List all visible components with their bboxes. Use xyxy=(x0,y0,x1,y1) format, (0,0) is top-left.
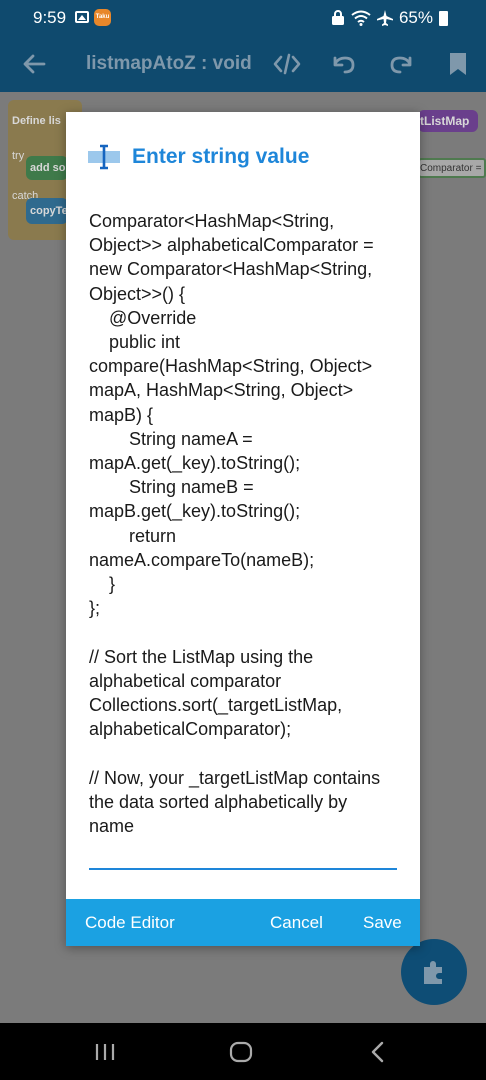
text-cursor-icon xyxy=(88,144,120,170)
puzzle-icon xyxy=(424,961,442,984)
copy-label: copyTe xyxy=(30,205,68,217)
redo-icon[interactable] xyxy=(387,50,415,78)
status-indicators: 65% xyxy=(331,8,448,28)
back-icon[interactable] xyxy=(363,1037,393,1067)
image-notification-icon xyxy=(75,11,89,23)
battery-icon xyxy=(439,10,448,26)
source-code-icon[interactable] xyxy=(273,50,301,78)
wifi-icon xyxy=(351,10,371,26)
code-editor-button[interactable]: Code Editor xyxy=(85,913,175,933)
copy-block: copyTe xyxy=(26,198,68,224)
save-button[interactable]: Save xyxy=(363,913,402,933)
define-label: Define lis xyxy=(12,115,61,127)
enter-string-dialog: Enter string value Comparator<HashMap<St… xyxy=(66,112,420,946)
dialog-title: Enter string value xyxy=(132,145,310,168)
target-label: tListMap xyxy=(420,114,470,128)
bookmark-icon[interactable] xyxy=(444,50,472,78)
input-underline xyxy=(89,868,397,870)
home-icon[interactable] xyxy=(226,1037,256,1067)
comparator-block: Comparator = xyxy=(418,158,486,178)
system-navigation-bar xyxy=(0,1023,486,1080)
status-bar: 9:59 Taku 65% xyxy=(0,0,486,36)
battery-percent: 65% xyxy=(398,8,433,27)
string-value-input[interactable]: Comparator<HashMap<String, Object>> alph… xyxy=(89,209,397,838)
airplane-mode-icon xyxy=(376,10,393,26)
try-label: try xyxy=(12,150,25,162)
status-time: 9:59 xyxy=(33,8,67,27)
comparator-label: Comparator = xyxy=(420,163,482,174)
page-title: listmapAtoZ : void xyxy=(86,53,252,74)
puzzle-fab-button[interactable] xyxy=(401,939,467,1005)
dialog-action-bar: Code Editor Cancel Save xyxy=(66,899,420,946)
add-block: add so xyxy=(26,156,68,180)
back-arrow-icon[interactable] xyxy=(20,50,48,78)
app-notification-icon: Taku xyxy=(94,9,111,26)
cancel-button[interactable]: Cancel xyxy=(270,913,323,933)
add-label: add so xyxy=(30,162,66,174)
lock-icon xyxy=(331,10,344,25)
undo-icon[interactable] xyxy=(330,50,358,78)
dialog-header: Enter string value xyxy=(88,142,309,172)
app-toolbar: listmapAtoZ : void xyxy=(0,36,486,92)
recent-apps-icon[interactable] xyxy=(90,1037,120,1067)
target-block: tListMap xyxy=(418,110,478,132)
